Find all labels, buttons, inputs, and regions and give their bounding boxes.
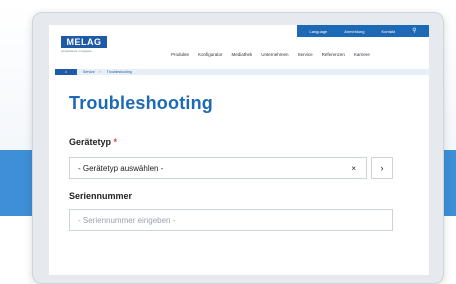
utility-link-language[interactable]: Language bbox=[309, 29, 327, 34]
nav-item-produkte[interactable]: Produkte bbox=[171, 52, 189, 57]
device-type-label: Gerätetyp * bbox=[69, 137, 117, 147]
breadcrumb: ⌂ Service > Troubleshooting bbox=[55, 69, 429, 75]
close-icon[interactable]: × bbox=[351, 164, 356, 173]
serial-number-placeholder: - Seriennummer eingeben - bbox=[78, 215, 176, 225]
utility-link-contact[interactable]: Kontakt bbox=[382, 29, 396, 34]
required-mark: * bbox=[113, 137, 118, 147]
nav-item-mediathek[interactable]: Mediathek bbox=[232, 52, 253, 57]
serial-number-input[interactable]: - Seriennummer eingeben - bbox=[69, 209, 393, 231]
nav-item-service[interactable]: Service bbox=[298, 52, 313, 57]
logo-tagline: competence in hygiene bbox=[61, 49, 92, 53]
browser-screen: Language Anmeldung Kontakt ⚲ MELAG compe… bbox=[49, 25, 429, 275]
logo-brand: MELAG bbox=[61, 36, 107, 48]
main-nav: Produkte Konfigurator Mediathek Unterneh… bbox=[171, 52, 370, 57]
device-frame: Language Anmeldung Kontakt ⚲ MELAG compe… bbox=[32, 12, 444, 284]
device-type-label-text: Gerätetyp bbox=[69, 137, 112, 147]
utility-link-login[interactable]: Anmeldung bbox=[344, 29, 364, 34]
breadcrumb-item-current: Troubleshooting bbox=[106, 70, 132, 74]
chevron-right-icon[interactable]: › bbox=[371, 157, 393, 179]
breadcrumb-separator: > bbox=[98, 70, 101, 74]
serial-number-label: Seriennummer bbox=[69, 191, 133, 201]
search-icon[interactable]: ⚲ bbox=[412, 28, 416, 34]
device-type-select-value: - Gerätetyp auswählen - bbox=[78, 163, 164, 173]
nav-item-unternehmen[interactable]: Unternehmen bbox=[261, 52, 288, 57]
nav-item-karriere[interactable]: Karriere bbox=[354, 52, 370, 57]
page-title: Troubleshooting bbox=[69, 93, 213, 113]
home-icon[interactable]: ⌂ bbox=[55, 69, 77, 75]
logo[interactable]: MELAG competence in hygiene bbox=[61, 36, 107, 54]
device-type-select[interactable]: - Gerätetyp auswählen - × bbox=[69, 157, 367, 179]
breadcrumb-item-service[interactable]: Service bbox=[83, 70, 95, 74]
nav-item-referenzen[interactable]: Referenzen bbox=[322, 52, 345, 57]
nav-item-konfigurator[interactable]: Konfigurator bbox=[198, 52, 223, 57]
utility-bar: Language Anmeldung Kontakt ⚲ bbox=[297, 25, 429, 37]
